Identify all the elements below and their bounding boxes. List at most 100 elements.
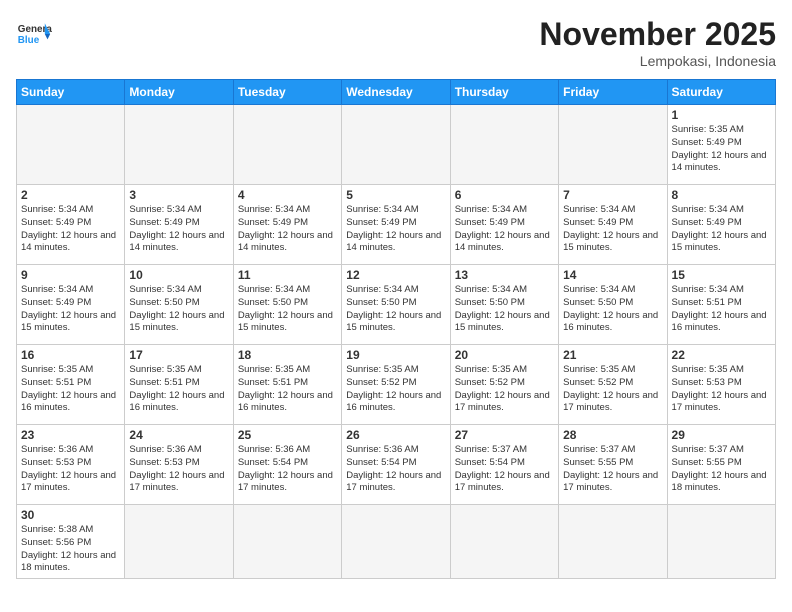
calendar-cell xyxy=(450,505,558,579)
calendar-header-row: SundayMondayTuesdayWednesdayThursdayFrid… xyxy=(17,80,776,105)
cell-info: Sunrise: 5:38 AM Sunset: 5:56 PM Dayligh… xyxy=(21,524,120,575)
day-number: 15 xyxy=(672,268,771,282)
calendar-cell: 22Sunrise: 5:35 AM Sunset: 5:53 PM Dayli… xyxy=(667,345,775,425)
cell-info: Sunrise: 5:36 AM Sunset: 5:53 PM Dayligh… xyxy=(129,444,228,495)
calendar-cell: 16Sunrise: 5:35 AM Sunset: 5:51 PM Dayli… xyxy=(17,345,125,425)
calendar-cell: 18 Sunrise: 5:35 AM Sunset: 5:51 PM Dayli… xyxy=(233,345,341,425)
day-number: 5 xyxy=(346,188,445,202)
cell-info: Sunrise: 5:37 AM Sunset: 5:55 PM Dayligh… xyxy=(672,444,771,495)
calendar-cell xyxy=(559,105,667,185)
day-number: 6 xyxy=(455,188,554,202)
day-number: 13 xyxy=(455,268,554,282)
calendar-cell: 5 Sunrise: 5:34 AM Sunset: 5:49 PM Daylig… xyxy=(342,185,450,265)
column-header-tuesday: Tuesday xyxy=(233,80,341,105)
calendar-cell: 2Sunrise: 5:34 AM Sunset: 5:49 PM Daylig… xyxy=(17,185,125,265)
cell-info: Sunrise: 5:36 AM Sunset: 5:54 PM Dayligh… xyxy=(346,444,445,495)
column-header-thursday: Thursday xyxy=(450,80,558,105)
column-header-monday: Monday xyxy=(125,80,233,105)
calendar-cell: 24 Sunrise: 5:36 AM Sunset: 5:53 PM Dayli… xyxy=(125,425,233,505)
calendar-cell: 20 Sunrise: 5:35 AM Sunset: 5:52 PM Dayli… xyxy=(450,345,558,425)
calendar-cell: 11Sunrise: 5:34 AM Sunset: 5:50 PM Dayli… xyxy=(233,265,341,345)
calendar-cell: 23 Sunrise: 5:36 AM Sunset: 5:53 PM Dayli… xyxy=(17,425,125,505)
logo-icon: General Blue xyxy=(16,16,52,52)
calendar-cell: 12 Sunrise: 5:34 AM Sunset: 5:50 PM Dayli… xyxy=(342,265,450,345)
calendar-cell xyxy=(233,105,341,185)
cell-info: Sunrise: 5:34 AM Sunset: 5:49 PM Dayligh… xyxy=(346,204,445,255)
day-number: 1 xyxy=(672,108,771,122)
column-header-wednesday: Wednesday xyxy=(342,80,450,105)
calendar-cell: 19 Sunrise: 5:35 AM Sunset: 5:52 PM Dayli… xyxy=(342,345,450,425)
calendar-cell: 6Sunrise: 5:34 AM Sunset: 5:49 PM Daylig… xyxy=(450,185,558,265)
day-number: 16 xyxy=(21,348,120,362)
cell-info: Sunrise: 5:35 AM Sunset: 5:51 PM Dayligh… xyxy=(129,364,228,415)
svg-text:Blue: Blue xyxy=(18,35,40,46)
column-header-sunday: Sunday xyxy=(17,80,125,105)
cell-info: Sunrise: 5:34 AM Sunset: 5:49 PM Dayligh… xyxy=(129,204,228,255)
logo: General Blue xyxy=(16,16,52,52)
page-header: General Blue November 2025 Lempokasi, In… xyxy=(16,16,776,69)
calendar-cell: 10 Sunrise: 5:34 AM Sunset: 5:50 PM Dayli… xyxy=(125,265,233,345)
cell-info: Sunrise: 5:34 AM Sunset: 5:51 PM Dayligh… xyxy=(672,284,771,335)
calendar-cell xyxy=(125,505,233,579)
calendar-cell: 14Sunrise: 5:34 AM Sunset: 5:50 PM Dayli… xyxy=(559,265,667,345)
calendar-cell xyxy=(233,505,341,579)
calendar-cell xyxy=(342,105,450,185)
calendar-cell: 8 Sunrise: 5:34 AM Sunset: 5:49 PM Daylig… xyxy=(667,185,775,265)
cell-info: Sunrise: 5:34 AM Sunset: 5:50 PM Dayligh… xyxy=(238,284,337,335)
cell-info: Sunrise: 5:34 AM Sunset: 5:49 PM Dayligh… xyxy=(563,204,662,255)
cell-info: Sunrise: 5:35 AM Sunset: 5:51 PM Dayligh… xyxy=(238,364,337,415)
cell-info: Sunrise: 5:35 AM Sunset: 5:49 PM Dayligh… xyxy=(672,124,771,175)
day-number: 10 xyxy=(129,268,228,282)
calendar-cell: 13 Sunrise: 5:34 AM Sunset: 5:50 PM Dayli… xyxy=(450,265,558,345)
day-number: 25 xyxy=(238,428,337,442)
calendar-cell: 9 Sunrise: 5:34 AM Sunset: 5:49 PM Daylig… xyxy=(17,265,125,345)
day-number: 17 xyxy=(129,348,228,362)
day-number: 7 xyxy=(563,188,662,202)
cell-info: Sunrise: 5:37 AM Sunset: 5:55 PM Dayligh… xyxy=(563,444,662,495)
day-number: 23 xyxy=(21,428,120,442)
calendar-cell: 25Sunrise: 5:36 AM Sunset: 5:54 PM Dayli… xyxy=(233,425,341,505)
day-number: 2 xyxy=(21,188,120,202)
calendar-cell: 3 Sunrise: 5:34 AM Sunset: 5:49 PM Daylig… xyxy=(125,185,233,265)
cell-info: Sunrise: 5:35 AM Sunset: 5:52 PM Dayligh… xyxy=(455,364,554,415)
day-number: 28 xyxy=(563,428,662,442)
cell-info: Sunrise: 5:35 AM Sunset: 5:53 PM Dayligh… xyxy=(672,364,771,415)
cell-info: Sunrise: 5:34 AM Sunset: 5:49 PM Dayligh… xyxy=(238,204,337,255)
day-number: 20 xyxy=(455,348,554,362)
cell-info: Sunrise: 5:34 AM Sunset: 5:50 PM Dayligh… xyxy=(129,284,228,335)
day-number: 27 xyxy=(455,428,554,442)
calendar-cell: 28 Sunrise: 5:37 AM Sunset: 5:55 PM Dayli… xyxy=(559,425,667,505)
day-number: 21 xyxy=(563,348,662,362)
calendar-cell: 29 Sunrise: 5:37 AM Sunset: 5:55 PM Dayli… xyxy=(667,425,775,505)
calendar-cell xyxy=(125,105,233,185)
day-number: 8 xyxy=(672,188,771,202)
cell-info: Sunrise: 5:37 AM Sunset: 5:54 PM Dayligh… xyxy=(455,444,554,495)
cell-info: Sunrise: 5:34 AM Sunset: 5:49 PM Dayligh… xyxy=(21,284,120,335)
calendar-cell xyxy=(450,105,558,185)
day-number: 14 xyxy=(563,268,662,282)
cell-info: Sunrise: 5:34 AM Sunset: 5:50 PM Dayligh… xyxy=(455,284,554,335)
day-number: 29 xyxy=(672,428,771,442)
day-number: 3 xyxy=(129,188,228,202)
day-number: 18 xyxy=(238,348,337,362)
calendar-cell: 21 Sunrise: 5:35 AM Sunset: 5:52 PM Dayli… xyxy=(559,345,667,425)
calendar-cell: 1 Sunrise: 5:35 AM Sunset: 5:49 PM Daylig… xyxy=(667,105,775,185)
calendar-cell: 26 Sunrise: 5:36 AM Sunset: 5:54 PM Dayli… xyxy=(342,425,450,505)
title-block: November 2025 Lempokasi, Indonesia xyxy=(539,16,776,69)
day-number: 24 xyxy=(129,428,228,442)
calendar-cell xyxy=(667,505,775,579)
day-number: 12 xyxy=(346,268,445,282)
column-header-saturday: Saturday xyxy=(667,80,775,105)
day-number: 19 xyxy=(346,348,445,362)
day-number: 9 xyxy=(21,268,120,282)
day-number: 26 xyxy=(346,428,445,442)
cell-info: Sunrise: 5:36 AM Sunset: 5:53 PM Dayligh… xyxy=(21,444,120,495)
cell-info: Sunrise: 5:34 AM Sunset: 5:50 PM Dayligh… xyxy=(346,284,445,335)
cell-info: Sunrise: 5:35 AM Sunset: 5:52 PM Dayligh… xyxy=(346,364,445,415)
cell-info: Sunrise: 5:34 AM Sunset: 5:49 PM Dayligh… xyxy=(672,204,771,255)
month-year-title: November 2025 xyxy=(539,16,776,53)
calendar-table: SundayMondayTuesdayWednesdayThursdayFrid… xyxy=(16,79,776,579)
calendar-cell xyxy=(559,505,667,579)
cell-info: Sunrise: 5:35 AM Sunset: 5:52 PM Dayligh… xyxy=(563,364,662,415)
calendar-cell xyxy=(17,105,125,185)
